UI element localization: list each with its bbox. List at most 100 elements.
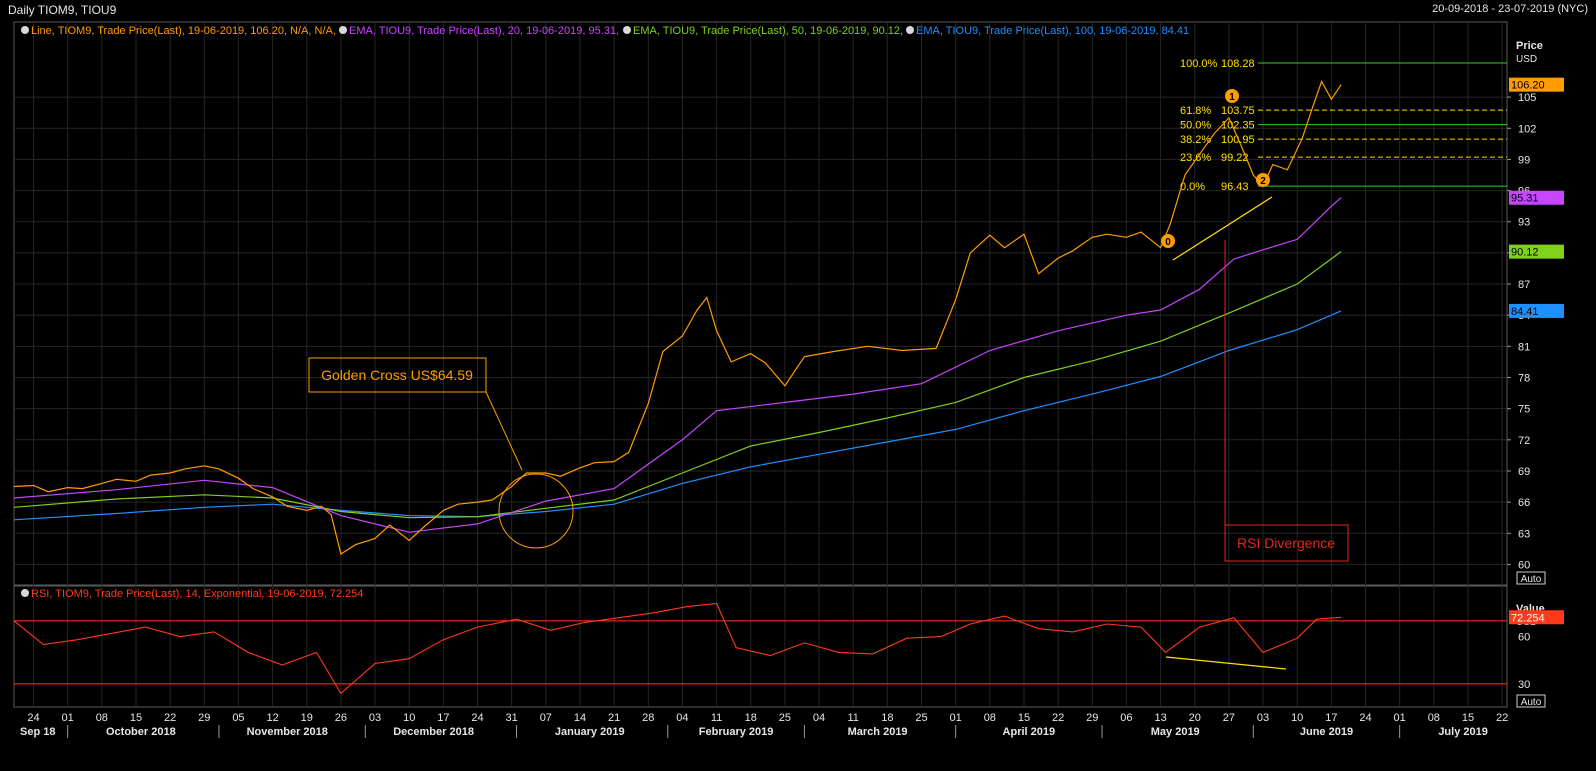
- date-tick-label: 12: [266, 712, 278, 724]
- legend-ema20-icon[interactable]: [339, 26, 347, 34]
- ema-100-line: [13, 310, 1342, 521]
- date-tick-label: 15: [1018, 712, 1030, 724]
- date-tick-label: 01: [62, 712, 74, 724]
- marker-2-label: 2: [1260, 176, 1266, 187]
- date-tick-label: 24: [1359, 712, 1371, 724]
- marker-0[interactable]: 0: [1161, 234, 1175, 248]
- date-tick-label: 28: [642, 712, 654, 724]
- price-tick-label: 78: [1518, 373, 1530, 385]
- price-tick-label: 87: [1518, 279, 1530, 291]
- date-tick-label: 24: [27, 712, 39, 724]
- date-tick-label: 25: [779, 712, 791, 724]
- last-value-text: 106.20: [1511, 80, 1545, 92]
- date-tick-label: 17: [1325, 712, 1337, 724]
- rsi-legend: RSI, TIOM9, Trade Price(Last), 14, Expon…: [21, 588, 363, 600]
- date-tick-label: 29: [198, 712, 210, 724]
- date-axis: 24 01 08 15 22 29 05 12 19 26 03 10 17 24 31 07 14 21 28 04…: [20, 712, 1508, 738]
- rsi-divergence-label: RSI Divergence: [1237, 535, 1335, 551]
- price-tick-label: 66: [1518, 497, 1530, 509]
- price-tick-label: 63: [1518, 528, 1530, 540]
- price-tick-label: 69: [1518, 466, 1530, 478]
- fib-percent-label: 23.6%: [1180, 152, 1211, 164]
- legend-line: Line, TIOM9, Trade Price(Last), 19-06-20…: [31, 25, 336, 37]
- golden-cross-pointer: [485, 391, 523, 471]
- marker-1-label: 1: [1229, 92, 1235, 103]
- date-tick-label: 31: [506, 712, 518, 724]
- date-tick-label: 21: [608, 712, 620, 724]
- marker-0-label: 0: [1165, 237, 1171, 248]
- legend-settings-icon[interactable]: [21, 26, 29, 34]
- auto-scale-button-top[interactable]: Auto: [1516, 571, 1546, 585]
- chart-svg: 6063666972757881848790939699102105 3060 …: [13, 21, 1564, 738]
- chart-window: Daily TIOM9, TIOU9 20-09-2018 - 23-07-20…: [0, 0, 1596, 771]
- date-tick-label: 19: [301, 712, 313, 724]
- price-legend: Line, TIOM9, Trade Price(Last), 19-06-20…: [21, 25, 1189, 37]
- month-label: July 2019: [1438, 726, 1488, 738]
- date-tick-label: 03: [1257, 712, 1269, 724]
- legend-rsi-icon[interactable]: [21, 589, 29, 597]
- date-tick-label: 11: [847, 712, 858, 724]
- date-tick-label: 11: [711, 712, 722, 724]
- legend-ema100-icon[interactable]: [906, 26, 914, 34]
- auto-scale-button-bottom[interactable]: Auto: [1516, 694, 1546, 708]
- date-tick-label: 08: [96, 712, 108, 724]
- month-label: April 2019: [1003, 726, 1056, 738]
- date-tick-label: 24: [471, 712, 483, 724]
- golden-cross-label: Golden Cross US$64.59: [321, 367, 473, 383]
- date-tick-label: 22: [1052, 712, 1064, 724]
- last-value-text: 90.12: [1511, 247, 1539, 259]
- rsi-last-value-text: 72.254: [1511, 612, 1545, 624]
- date-tick-label: 04: [676, 712, 688, 724]
- price-tick-label: 93: [1518, 217, 1530, 229]
- date-tick-label: 14: [574, 712, 586, 724]
- month-label: March 2019: [848, 726, 908, 738]
- date-tick-label: 10: [1291, 712, 1303, 724]
- date-tick-label: 01: [1394, 712, 1406, 724]
- date-tick-label: 08: [1428, 712, 1440, 724]
- marker-2[interactable]: 2: [1256, 173, 1270, 187]
- ema-50-line: [13, 251, 1342, 519]
- rsi-tick-label: 30: [1518, 679, 1530, 691]
- marker-1[interactable]: 1: [1225, 89, 1239, 103]
- date-tick-label: 26: [335, 712, 347, 724]
- month-label: June 2019: [1300, 726, 1353, 738]
- last-value-text: 84.41: [1511, 306, 1539, 318]
- date-tick-label: 10: [403, 712, 415, 724]
- fib-value-label: 108.28: [1221, 58, 1255, 70]
- date-tick-label: 01: [950, 712, 962, 724]
- date-tick-label: 25: [915, 712, 927, 724]
- date-tick-label: 22: [164, 712, 176, 724]
- date-tick-label: 05: [232, 712, 244, 724]
- date-tick-label: 18: [745, 712, 757, 724]
- price-tick-label: 99: [1518, 154, 1530, 166]
- price-axis-unit: USD: [1516, 54, 1537, 65]
- legend-ema20: EMA, TIOU9, Trade Price(Last), 20, 19-06…: [349, 25, 619, 37]
- month-label: May 2019: [1151, 726, 1200, 738]
- month-label: Sep 18: [20, 726, 55, 738]
- date-tick-label: 20: [1189, 712, 1201, 724]
- golden-cross-annotation[interactable]: Golden Cross US$64.59: [308, 357, 574, 549]
- fib-value-label: 103.75: [1221, 105, 1255, 117]
- legend-ema50-icon[interactable]: [623, 26, 631, 34]
- date-tick-label: 04: [813, 712, 825, 724]
- price-line: [13, 80, 1342, 555]
- price-tick-label: 105: [1518, 92, 1536, 104]
- last-value-text: 95.31: [1511, 193, 1539, 205]
- fib-percent-label: 61.8%: [1180, 105, 1211, 117]
- date-tick-label: 03: [369, 712, 381, 724]
- price-tick-label: 81: [1518, 341, 1530, 353]
- month-label: November 2018: [247, 726, 328, 738]
- date-tick-label: 15: [130, 712, 142, 724]
- auto-scale-top-label: Auto: [1521, 574, 1542, 585]
- price-tick-label: 102: [1518, 123, 1536, 135]
- month-label: December 2018: [393, 726, 474, 738]
- date-tick-label: 06: [1120, 712, 1132, 724]
- ema-20-line: [13, 197, 1342, 533]
- price-trend-line: [1172, 196, 1273, 261]
- price-tick-label: 72: [1518, 435, 1530, 447]
- date-tick-label: 15: [1462, 712, 1474, 724]
- price-tick-label: 60: [1518, 559, 1530, 571]
- rsi-tick-label: 60: [1518, 632, 1530, 644]
- date-tick-label: 13: [1154, 712, 1166, 724]
- date-tick-label: 08: [984, 712, 996, 724]
